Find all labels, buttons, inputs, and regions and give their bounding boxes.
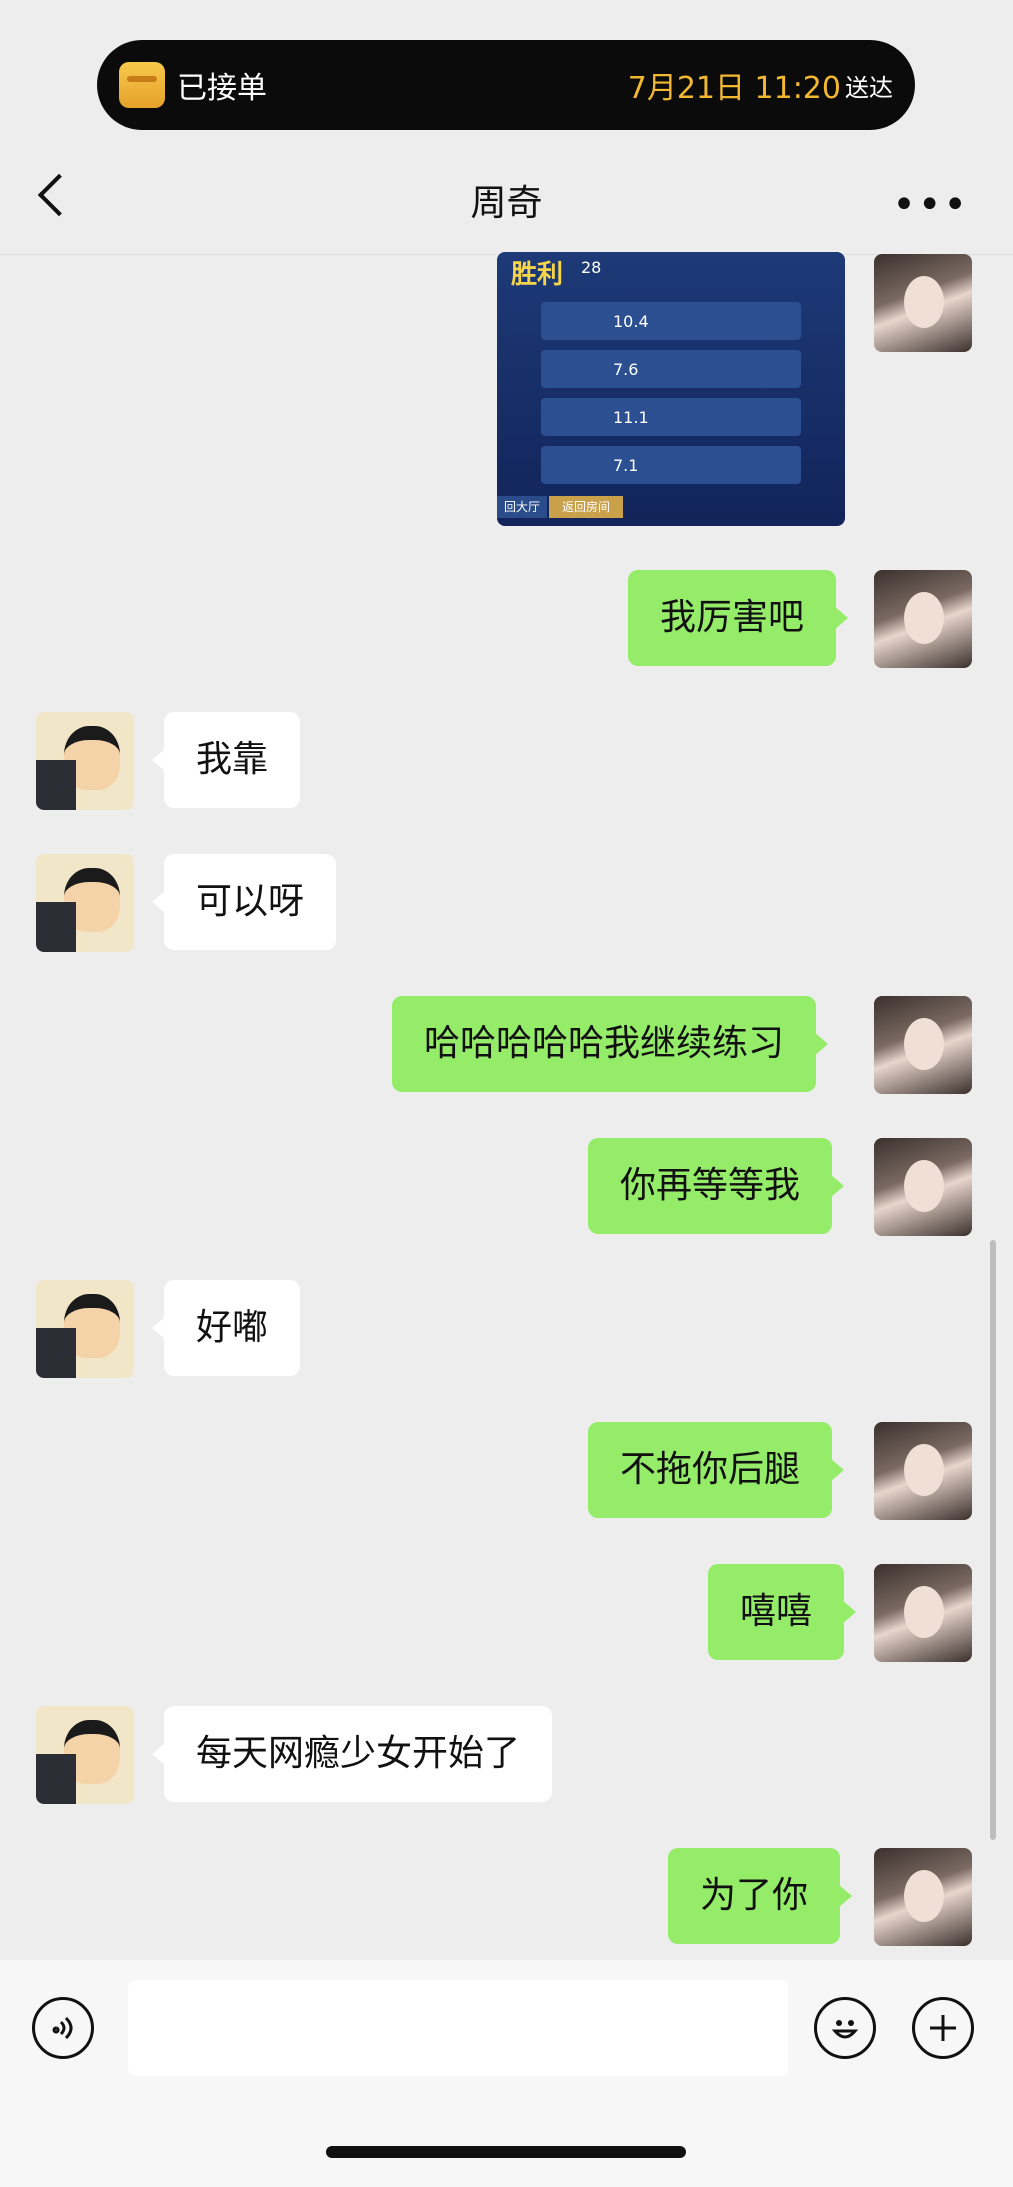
chat-title: 周奇 xyxy=(470,183,543,224)
chevron-left-icon[interactable] xyxy=(37,173,81,217)
my-avatar[interactable] xyxy=(874,254,972,352)
my-avatar[interactable] xyxy=(874,1138,972,1236)
chat-header: 周奇 ••• xyxy=(0,150,1013,250)
message-bubble-sent[interactable]: 不拖你后腿 xyxy=(588,1422,845,1518)
message-bubble-sent[interactable]: 嘻嘻 xyxy=(708,1564,857,1660)
victory-number: 28 xyxy=(581,258,602,277)
message-bubble-sent[interactable]: 哈哈哈哈哈我继续练习 xyxy=(392,996,829,1092)
lobby-button: 回大厅 xyxy=(497,496,547,518)
score-row: 7.6 xyxy=(541,350,801,388)
my-avatar[interactable] xyxy=(874,570,972,668)
return-room-button: 返回房间 xyxy=(549,496,623,518)
order-notification[interactable]: 已接单 7月21日 11:20 送达 xyxy=(97,40,915,130)
message-bubble-received[interactable]: 好嘟 xyxy=(151,1280,301,1376)
package-icon xyxy=(119,62,165,108)
score-value: 7.6 xyxy=(613,360,639,379)
delivery-suffix: 送达 xyxy=(845,73,893,102)
my-avatar[interactable] xyxy=(874,996,972,1094)
message-bubble-received[interactable]: 每天网瘾少女开始了 xyxy=(151,1706,553,1802)
victory-banner: 胜利 xyxy=(511,260,564,290)
order-status: 已接单 xyxy=(177,71,267,106)
message-input[interactable] xyxy=(128,1980,788,2076)
screenshot-image-message[interactable]: 胜利 28 10.4 7.6 11.1 7.1 回大厅 返回房间 xyxy=(497,252,845,526)
emoji-icon[interactable] xyxy=(814,1997,876,2059)
friend-avatar[interactable] xyxy=(36,1280,134,1378)
message-bubble-sent[interactable]: 为了你 xyxy=(668,1848,853,1944)
friend-avatar[interactable] xyxy=(36,1706,134,1804)
friend-avatar[interactable] xyxy=(36,712,134,810)
score-value: 10.4 xyxy=(613,312,649,331)
score-row: 10.4 xyxy=(541,302,801,340)
friend-avatar[interactable] xyxy=(36,854,134,952)
voice-icon[interactable] xyxy=(32,1997,94,2059)
score-row: 11.1 xyxy=(541,398,801,436)
message-bubble-received[interactable]: 我靠 xyxy=(151,712,301,808)
my-avatar[interactable] xyxy=(874,1422,972,1520)
message-bubble-sent[interactable]: 你再等等我 xyxy=(588,1138,845,1234)
home-indicator[interactable] xyxy=(326,2146,686,2158)
score-value: 7.1 xyxy=(613,456,639,475)
my-avatar[interactable] xyxy=(874,1564,972,1662)
message-bubble-sent[interactable]: 我厉害吧 xyxy=(628,570,849,666)
my-avatar[interactable] xyxy=(874,1848,972,1946)
scrollbar[interactable] xyxy=(990,1240,996,1840)
plus-icon[interactable] xyxy=(912,1997,974,2059)
score-value: 11.1 xyxy=(613,408,649,427)
delivery-time: 7月21日 11:20 xyxy=(627,71,841,106)
message-bubble-received[interactable]: 可以呀 xyxy=(151,854,337,950)
score-row: 7.1 xyxy=(541,446,801,484)
more-options-icon[interactable]: ••• xyxy=(892,182,969,228)
